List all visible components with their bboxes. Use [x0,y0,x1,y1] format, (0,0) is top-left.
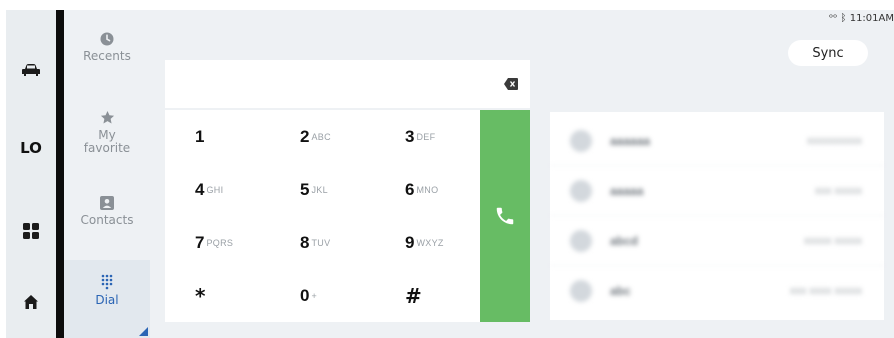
key-letters: DEF [416,131,436,142]
key-digit: # [405,283,422,308]
signal-icon: ᵒᵒ [829,13,838,24]
call-button[interactable] [480,110,530,322]
key-letters: PQRS [206,237,234,248]
key-hash[interactable]: # [375,269,480,322]
contacts-icon [100,196,114,210]
key-digit: 2 [300,126,310,146]
key-letters: JKL [311,184,328,195]
contact-name: aaaaa [610,183,644,198]
avatar [570,280,592,302]
dial-number-field[interactable] [165,60,530,108]
favorite-label-line2: favorite [83,141,131,155]
key-digit: 8 [300,232,310,252]
list-item[interactable]: aaaaaa xxxxxxxxxx [550,116,884,166]
key-5[interactable]: 5 JKL [270,163,375,216]
rail-divider [56,10,64,338]
key-digit: 3 [405,126,415,146]
phone-screen: LO Recents My favorite Contacts Dial 1 2… [6,10,894,338]
star-icon [100,110,114,124]
key-letters: WXYZ [416,237,444,248]
key-digit: 7 [195,232,205,252]
menu-item-dial[interactable]: Dial [64,260,150,338]
contact-number: xxxxxxxxxx [807,134,862,147]
grid-icon [23,223,39,239]
phone-icon [496,207,514,225]
avatar [570,229,592,252]
key-digit: * [195,283,206,308]
key-7[interactable]: 7 PQRS [165,216,270,269]
sync-label: Sync [812,45,844,61]
left-rail: LO [6,10,56,338]
dial-keypad: 1 2 ABC 3 DEF 4 GHI 5 JKL 6 MNO 7 PQRS 8 TUV 9W… [165,110,480,322]
contact-number: xxx xxxxx [814,184,862,197]
key-9[interactable]: 9 WXYZ [375,216,480,269]
key-star[interactable]: * [165,269,270,322]
car-icon [22,64,40,76]
key-letters: GHI [206,184,224,195]
contact-name: abc [610,284,631,298]
car-button[interactable] [6,44,56,96]
bluetooth-icon: ᛒ [840,13,847,24]
recents-label: Recents [83,49,131,63]
menu-item-favorite[interactable]: My favorite [64,110,150,174]
home-icon [24,295,38,309]
phone-menu: Recents My favorite Contacts Dial [64,10,150,338]
key-letters: ABC [311,131,331,142]
lo-label: LO [20,139,42,157]
key-digit: 4 [195,179,205,199]
contact-suggestions-list: aaaaaa xxxxxxxxxx aaaaa xxx xxxxx abcd x… [550,112,884,320]
key-digit: 0 [300,285,310,305]
lo-button[interactable]: LO [6,122,56,174]
status-bar: ᵒᵒ ᛒ 11:01AM [829,13,894,24]
key-8[interactable]: 8 TUV [270,216,375,269]
backspace-icon[interactable] [504,78,518,90]
sync-button[interactable]: Sync [788,40,868,66]
contact-number: xxx xxxx xxxxx [789,285,862,297]
contact-name: aaaaaa [610,133,651,148]
list-item[interactable]: abc xxx xxxx xxxxx [550,266,884,316]
list-item[interactable]: aaaaa xxx xxxxx [550,166,884,216]
key-6[interactable]: 6 MNO [375,163,480,216]
avatar [570,129,592,152]
dial-label: Dial [95,293,119,307]
home-button[interactable] [6,276,56,328]
clock-time: 11:01AM [849,13,894,24]
key-letters: MNO [416,184,439,195]
key-digit: 9 [405,232,415,252]
key-1[interactable]: 1 [165,110,270,163]
clock-icon [100,32,114,46]
key-4[interactable]: 4 GHI [165,163,270,216]
key-digit: 1 [195,126,205,146]
menu-item-contacts[interactable]: Contacts [64,196,150,246]
key-0[interactable]: 0 + [270,269,375,322]
key-2[interactable]: 2 ABC [270,110,375,163]
contact-name: abcd [610,233,639,248]
key-letters: TUV [311,237,331,248]
avatar [570,179,592,202]
key-digit: 6 [405,179,415,199]
apps-button[interactable] [6,205,56,257]
key-letters: + [311,290,318,301]
key-3[interactable]: 3 DEF [375,110,480,163]
dialpad-icon [101,274,113,290]
menu-item-recents[interactable]: Recents [64,32,150,92]
list-item[interactable]: abcd xxxxx xxxxx [550,216,884,266]
key-digit: 5 [300,179,310,199]
contacts-label: Contacts [80,213,134,227]
contact-number: xxxxx xxxxx [803,234,862,247]
active-corner-marker [139,327,148,336]
